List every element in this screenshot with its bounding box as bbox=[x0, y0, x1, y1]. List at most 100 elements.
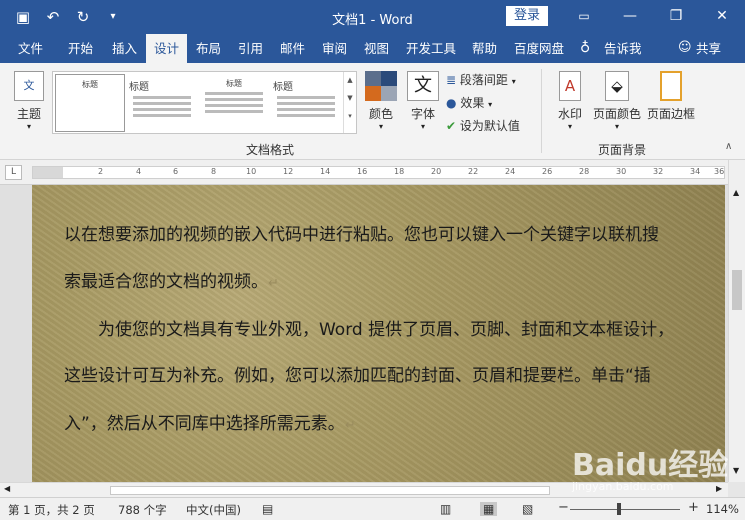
ruler-tick: 32 bbox=[653, 167, 664, 176]
horizontal-ruler[interactable]: 2 4 6 8 10 12 14 16 18 20 22 24 26 28 30… bbox=[32, 166, 725, 179]
vertical-scrollbar[interactable]: ▲ ▼ bbox=[728, 160, 745, 482]
color-palette-icon bbox=[365, 71, 397, 101]
share-button[interactable]: 共享 bbox=[688, 34, 729, 63]
save-icon[interactable]: ▣ bbox=[14, 8, 32, 26]
themes-icon: 文 bbox=[14, 71, 44, 101]
tab-references[interactable]: 引用 bbox=[230, 34, 271, 63]
ruler-tick: 16 bbox=[357, 167, 368, 176]
close-button[interactable]: ✕ bbox=[699, 0, 745, 34]
text-line[interactable]: 索最适合您的文档的视频。↵ bbox=[64, 267, 279, 292]
zoom-in-icon[interactable]: + bbox=[688, 500, 699, 515]
watermark-button[interactable]: A 水印 ▾ bbox=[554, 71, 586, 131]
undo-icon[interactable]: ↶ bbox=[44, 8, 62, 26]
scroll-down-icon[interactable]: ▼ bbox=[733, 466, 739, 475]
style-set-thumb-title: 标题 bbox=[82, 80, 98, 89]
tab-developer[interactable]: 开发工具 bbox=[398, 34, 464, 63]
watermark-icon: A bbox=[559, 71, 581, 101]
customize-qat-icon[interactable]: ▾ bbox=[104, 8, 122, 26]
tab-home[interactable]: 开始 bbox=[60, 34, 101, 63]
redo-icon[interactable]: ↻ bbox=[74, 8, 92, 26]
page-borders-icon bbox=[660, 71, 682, 101]
ruler-tick: 22 bbox=[468, 167, 479, 176]
chevron-down-icon: ▾ bbox=[378, 122, 383, 131]
tab-selector[interactable]: L bbox=[5, 165, 22, 180]
gallery-scrollbar[interactable]: ▲ ▼ ▾ bbox=[343, 72, 356, 133]
vertical-scroll-thumb[interactable] bbox=[732, 270, 742, 310]
fonts-button[interactable]: 文 字体 ▾ bbox=[406, 71, 440, 131]
document-page[interactable]: 以在想要添加的视频的嵌入代码中进行粘贴。您也可以键入一个关键字以联机搜 索最适合… bbox=[32, 185, 725, 482]
gallery-more-icon[interactable]: ▾ bbox=[344, 112, 356, 120]
zoom-level[interactable]: 114% bbox=[706, 502, 739, 516]
chevron-down-icon[interactable]: ▼ bbox=[344, 94, 356, 102]
ribbon-tabs: 文件 开始 插入 设计 布局 引用 邮件 审阅 视图 开发工具 帮助 百度网盘 … bbox=[0, 34, 745, 63]
tab-insert[interactable]: 插入 bbox=[104, 34, 145, 63]
set-as-default-button[interactable]: ✔ 设为默认值 bbox=[446, 117, 520, 134]
chevron-down-icon: ▾ bbox=[614, 122, 619, 131]
scroll-left-icon[interactable]: ◀ bbox=[4, 484, 10, 493]
print-layout-icon[interactable]: ▦ bbox=[480, 502, 498, 516]
horizontal-scroll-thumb[interactable] bbox=[110, 486, 550, 495]
tab-layout[interactable]: 布局 bbox=[188, 34, 229, 63]
word-count[interactable]: 788 个字 bbox=[118, 502, 167, 518]
text-line[interactable]: 以在想要添加的视频的嵌入代码中进行粘贴。您也可以键入一个关键字以联机搜 bbox=[64, 220, 659, 245]
ruler-tick: 24 bbox=[505, 167, 516, 176]
tab-review[interactable]: 审阅 bbox=[314, 34, 355, 63]
chevron-down-icon: ▾ bbox=[511, 77, 516, 86]
text-line[interactable]: 入”，然后从不同库中选择所需元素。↵ bbox=[64, 409, 356, 434]
colors-button[interactable]: 颜色 ▾ bbox=[364, 71, 398, 131]
ruler-tick: 26 bbox=[542, 167, 553, 176]
collapse-ribbon-icon[interactable]: ∧ bbox=[725, 141, 732, 152]
scroll-up-icon[interactable]: ▲ bbox=[733, 188, 739, 197]
tab-baidu-netdisk[interactable]: 百度网盘 bbox=[506, 34, 572, 63]
tab-view[interactable]: 视图 bbox=[356, 34, 397, 63]
style-set-thumb[interactable]: 标题 bbox=[55, 74, 125, 132]
paragraph-mark: ↵ bbox=[344, 418, 356, 433]
tab-file[interactable]: 文件 bbox=[10, 34, 51, 63]
style-set-thumb-title: 标题 bbox=[129, 82, 149, 93]
group-label-page-background: 页面背景 bbox=[597, 143, 646, 157]
style-set-thumb[interactable]: 标题 bbox=[199, 74, 269, 132]
zoom-slider[interactable] bbox=[570, 509, 680, 510]
title-bar: ▣ ↶ ↻ ▾ 文档1 - Word 登录 ▭ — ❐ ✕ bbox=[0, 0, 745, 34]
lightbulb-icon: ♁ bbox=[580, 40, 591, 56]
style-set-thumb[interactable]: 标题 bbox=[127, 74, 197, 132]
paragraph-spacing-button[interactable]: ≣ 段落间距 ▾ bbox=[446, 71, 516, 88]
text-line[interactable]: 这些设计可互为补充。例如，您可以添加匹配的封面、页眉和提要栏。单击“插 bbox=[64, 361, 651, 386]
restore-button[interactable]: ❐ bbox=[653, 0, 699, 34]
style-set-thumb-title: 标题 bbox=[273, 82, 293, 93]
ruler-bar: L 2 4 6 8 10 12 14 16 18 20 22 24 26 28 … bbox=[0, 160, 745, 185]
login-button[interactable]: 登录 bbox=[506, 6, 548, 26]
page-color-button[interactable]: ⬙ 页面颜色 ▾ bbox=[590, 71, 644, 131]
themes-button[interactable]: 文 主题 ▾ bbox=[12, 71, 46, 131]
page-count[interactable]: 第 1 页，共 2 页 bbox=[8, 502, 95, 518]
tab-design[interactable]: 设计 bbox=[146, 34, 188, 63]
ruler-tick: 4 bbox=[136, 167, 142, 176]
tab-mailings[interactable]: 邮件 bbox=[272, 34, 313, 63]
document-area: 以在想要添加的视频的嵌入代码中进行粘贴。您也可以键入一个关键字以联机搜 索最适合… bbox=[0, 185, 728, 482]
language-indicator[interactable]: 中文(中国) bbox=[186, 502, 241, 518]
set-as-default-label: 设为默认值 bbox=[459, 119, 520, 133]
effects-icon: ● bbox=[446, 96, 457, 110]
ruler-tick: 14 bbox=[320, 167, 331, 176]
chevron-down-icon: ▾ bbox=[26, 122, 31, 131]
minimize-button[interactable]: — bbox=[607, 0, 653, 34]
text-line[interactable]: 为使您的文档具有专业外观，Word 提供了页眉、页脚、封面和文本框设计， bbox=[98, 315, 674, 340]
style-set-thumb[interactable]: 标题 bbox=[271, 74, 341, 132]
effects-button[interactable]: ● 效果 ▾ bbox=[446, 94, 492, 111]
tab-help[interactable]: 帮助 bbox=[464, 34, 505, 63]
zoom-slider-thumb[interactable] bbox=[617, 503, 621, 515]
tell-me-search[interactable]: 告诉我 bbox=[596, 34, 650, 63]
watermark-brand: Baidu经验 bbox=[572, 448, 729, 483]
chevron-up-icon[interactable]: ▲ bbox=[344, 76, 356, 84]
ruler-tick: 6 bbox=[173, 167, 179, 176]
web-layout-icon[interactable]: ▧ bbox=[522, 502, 533, 516]
read-mode-icon[interactable]: ▥ bbox=[440, 502, 451, 516]
ruler-margin bbox=[33, 167, 63, 178]
zoom-out-icon[interactable]: − bbox=[558, 500, 569, 515]
ribbon-display-options-icon[interactable]: ▭ bbox=[561, 0, 607, 34]
page-borders-label: 页面边框 bbox=[646, 107, 695, 121]
fonts-icon: 文 bbox=[407, 71, 439, 101]
themes-label: 主题 bbox=[16, 107, 41, 121]
accessibility-icon[interactable]: ▤ bbox=[262, 502, 273, 516]
page-borders-button[interactable]: 页面边框 bbox=[644, 71, 698, 122]
